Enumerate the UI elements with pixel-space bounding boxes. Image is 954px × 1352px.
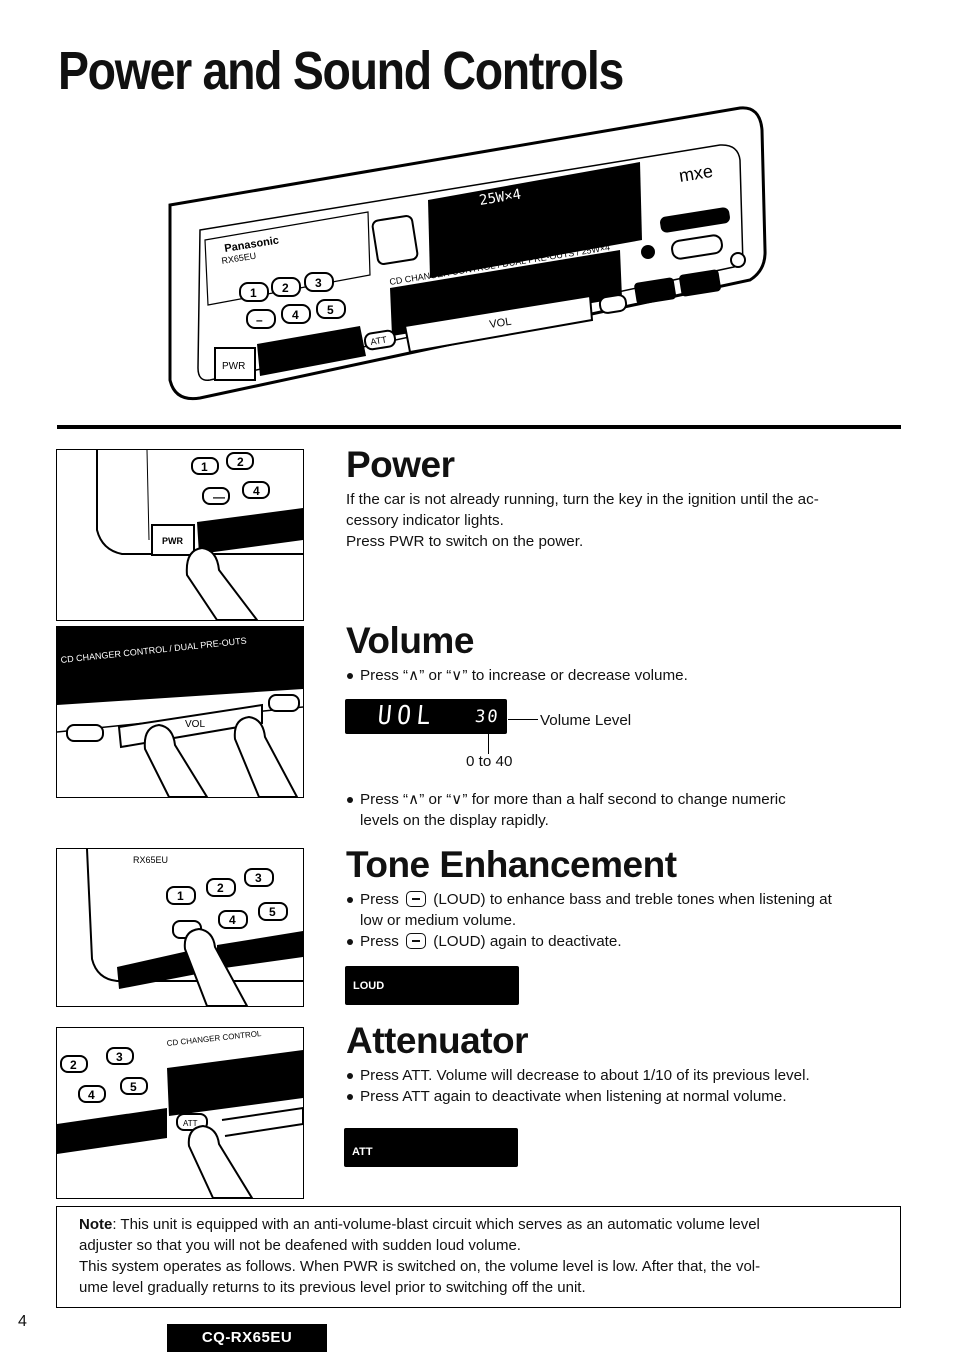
note-box: Note: This unit is equipped with an anti… — [56, 1206, 901, 1308]
loud-display-text: LOUD — [353, 980, 385, 992]
finger-right-icon — [233, 715, 299, 797]
svg-text:3: 3 — [315, 276, 322, 290]
loud-display: LOUD — [345, 966, 519, 1005]
eject-button — [371, 215, 419, 265]
power-text-line: Press PWR to switch on the power. — [346, 533, 584, 550]
key-loud: — — [213, 490, 225, 504]
attenuator-bullet: Press ATT again to deactivate when liste… — [346, 1086, 906, 1107]
tone-bullet-1: Press (LOUD) to enhance bass and treble … — [346, 889, 906, 910]
section-attenuator: Attenuator Press ATT. Volume will decrea… — [346, 1022, 906, 1107]
svg-text:2: 2 — [282, 281, 289, 295]
svg-text:2: 2 — [70, 1058, 77, 1072]
key-2: 2 — [237, 455, 244, 469]
volume-display: UOL 30 — [345, 699, 507, 734]
section-tone: Tone Enhancement Press (LOUD) to enhance… — [346, 846, 906, 952]
svg-text:1: 1 — [250, 286, 257, 300]
section-volume: Volume Press “∧” or “∨” to increase or d… — [346, 622, 906, 686]
car-stereo-illustration: Panasonic RX65EU 25W×4 CD CHANGER CONTRO… — [160, 100, 780, 405]
section-title-attenuator: Attenuator — [346, 1020, 529, 1061]
svg-text:PWR: PWR — [162, 536, 183, 546]
section-title-volume: Volume — [346, 620, 474, 661]
figure-attenuator: CD CHANGER CONTROL 2 3 4 5 ATT — [56, 1027, 304, 1199]
svg-text:VOL: VOL — [185, 719, 205, 730]
svg-text:4: 4 — [292, 308, 299, 322]
svg-text:PWR: PWR — [222, 361, 245, 372]
svg-text:5: 5 — [327, 303, 334, 317]
callout-line — [508, 719, 538, 720]
svg-text:5: 5 — [269, 905, 276, 919]
att-display: ATT — [344, 1128, 518, 1167]
figure-power: 1 2 — 4 PWR — [56, 449, 304, 621]
loud-key-icon — [406, 891, 427, 907]
svg-text:ATT: ATT — [183, 1119, 198, 1128]
figure-volume: CD CHANGER CONTROL / DUAL PRE-OUTS VOL — [56, 626, 304, 798]
sel-button — [598, 294, 628, 314]
key-1: 1 — [201, 460, 208, 474]
page-title: Power and Sound Controls — [58, 41, 624, 101]
attenuator-bullet: Press ATT. Volume will decrease to about… — [346, 1065, 906, 1086]
sel-button — [268, 694, 300, 712]
volume-display-value: 30 — [473, 707, 501, 727]
note-label: Note — [79, 1216, 113, 1233]
svg-text:4: 4 — [88, 1088, 95, 1102]
chevron-down-icon: ∨ — [451, 791, 463, 808]
chevron-down-icon: ∨ — [451, 667, 463, 684]
loud-key-icon — [406, 933, 427, 949]
att-display-text: ATT — [352, 1146, 373, 1158]
svg-text:CD CHANGER CONTROL: CD CHANGER CONTROL — [166, 1029, 262, 1048]
volume-bullet-2: Press “∧” or “∨” for more than a half se… — [346, 789, 906, 831]
figure-tone: RX65EU 1 2 3 4 5 — [56, 848, 304, 1007]
power-text-line: If the car is not already running, turn … — [346, 491, 819, 508]
svg-text:2: 2 — [217, 881, 224, 895]
section-title-tone: Tone Enhancement — [346, 844, 677, 885]
att-button — [66, 724, 104, 742]
chevron-up-icon: ∧ — [408, 791, 420, 808]
disp-button — [641, 245, 655, 259]
key-4: 4 — [253, 484, 260, 498]
svg-text:–: – — [256, 313, 263, 327]
svg-text:4: 4 — [229, 913, 236, 927]
volume-bullet-1: Press “∧” or “∨” to increase or decrease… — [346, 665, 906, 686]
volume-range-label: 0 to 40 — [466, 753, 513, 770]
svg-text:RX65EU: RX65EU — [133, 855, 168, 865]
volume-display-label: UOL — [376, 701, 438, 731]
svg-text:3: 3 — [116, 1050, 123, 1064]
svg-text:1: 1 — [177, 889, 184, 903]
model-tag: CQ-RX65EU — [167, 1324, 327, 1352]
svg-text:3: 3 — [255, 871, 262, 885]
section-power: Power If the car is not already running,… — [346, 446, 906, 552]
finger-icon — [183, 927, 249, 1006]
tone-bullet-2: Press (LOUD) again to deactivate. — [346, 931, 906, 952]
page-number: 4 — [18, 1313, 27, 1330]
section-title-power: Power — [346, 444, 455, 485]
svg-text:5: 5 — [130, 1080, 137, 1094]
chevron-up-icon: ∧ — [408, 667, 420, 684]
section-divider — [57, 425, 901, 429]
power-text-line: cessory indicator lights. — [346, 512, 504, 529]
finger-icon — [187, 1124, 254, 1198]
finger-icon — [185, 546, 259, 620]
volume-level-callout: Volume Level — [540, 712, 632, 729]
